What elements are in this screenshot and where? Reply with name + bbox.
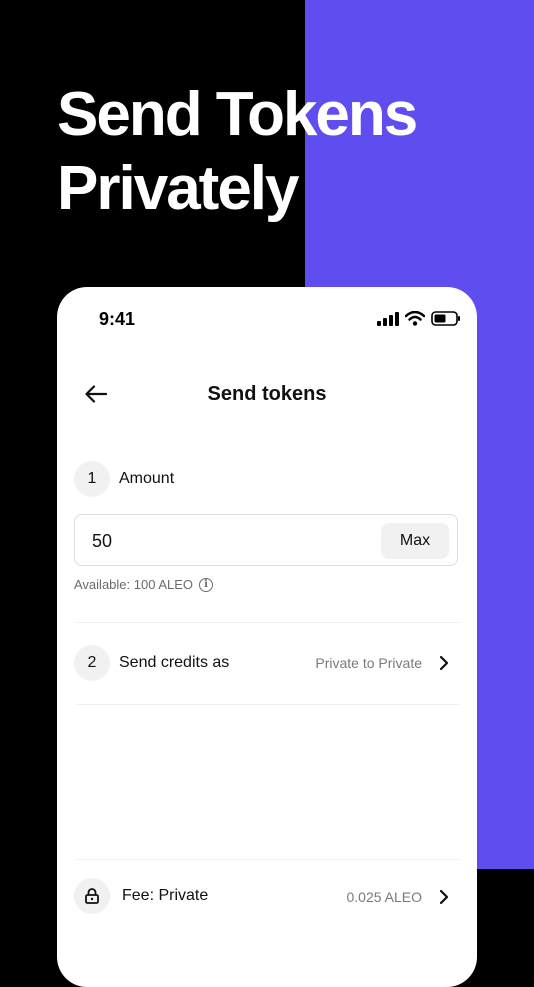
chevron-right-icon [436,889,452,905]
status-time: 9:41 [99,309,136,329]
amount-label: Amount [119,470,175,487]
fee-lock-badge [74,878,110,914]
max-button[interactable]: Max [381,523,449,559]
fee-value: 0.025 ALEO [346,889,422,905]
status-icons [377,311,461,326]
amount-value[interactable]: 50 [92,531,112,552]
divider [77,622,459,623]
wifi-icon [405,311,425,326]
available-balance: Available: 100 ALEO i [74,577,214,592]
page-title: Send tokens [207,383,327,405]
headline-line-2: Privately [57,154,300,223]
step-number-badge-1: 1 [74,461,110,497]
chevron-right-icon [436,655,452,671]
send-credits-as-value: Private to Private [315,655,422,671]
fee-label: Fee: Private [122,887,209,904]
info-icon[interactable]: i [199,577,214,592]
headline-line-1: Send Tokens [57,80,418,149]
battery-icon [431,311,460,326]
cellular-signal-icon [377,311,399,326]
promo-headline: Send Tokens Privately [57,78,418,226]
lock-icon [85,888,99,904]
step-number-badge-2: 2 [74,645,110,681]
divider [77,859,459,860]
send-credits-as-label: Send credits as [119,654,230,671]
divider [77,704,459,705]
amount-input[interactable]: 50 Max [74,514,458,566]
phone-screen: 9:41 Send tokens 1 Amount 50 Max Availab… [57,287,477,987]
available-balance-text: Available: 100 ALEO [74,577,194,592]
